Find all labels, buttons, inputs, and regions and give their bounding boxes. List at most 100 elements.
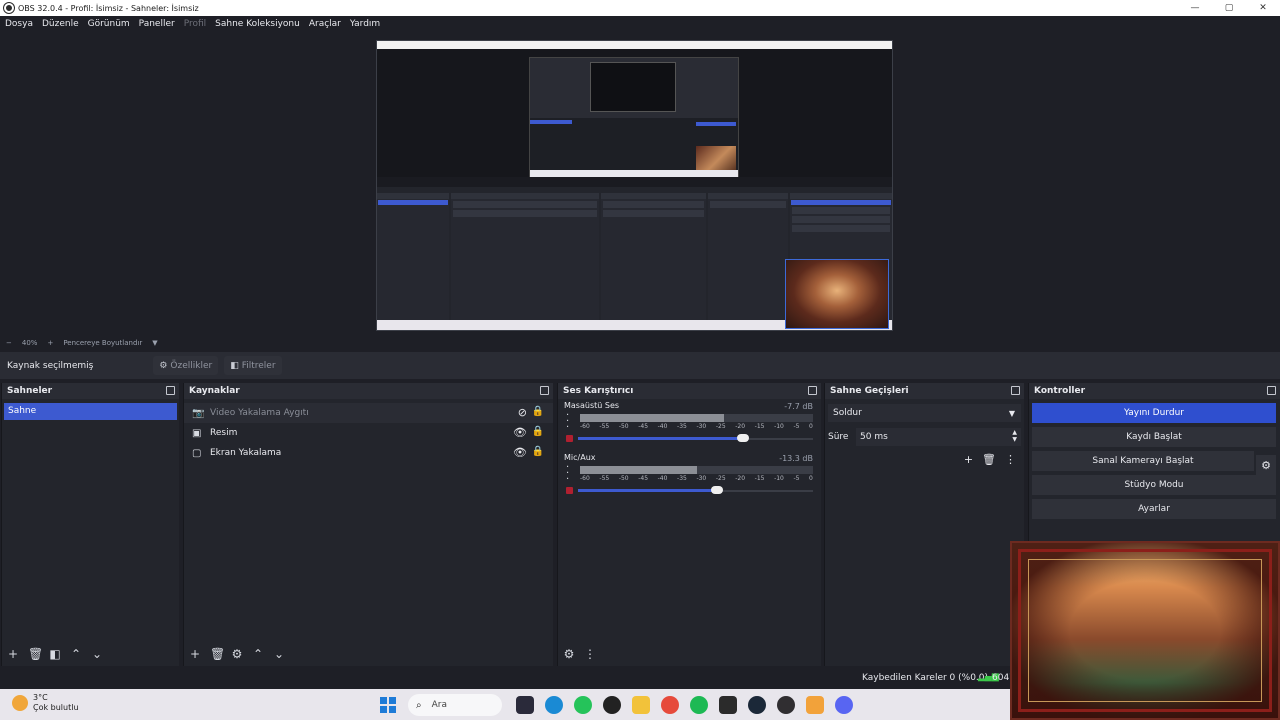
move-down-icon[interactable]: ⌄ bbox=[91, 647, 103, 661]
menu-profile[interactable]: Profil bbox=[184, 19, 206, 29]
spotify-icon[interactable] bbox=[690, 696, 708, 714]
preview-nested-menubar bbox=[377, 41, 892, 49]
menu-tools[interactable]: Araçlar bbox=[309, 19, 341, 29]
edge-icon[interactable] bbox=[545, 696, 563, 714]
preview-nested-scenes bbox=[377, 193, 449, 323]
preview-canvas[interactable] bbox=[376, 40, 893, 331]
scenes-footer: + 🗑 ◧ ⌃ ⌄ bbox=[2, 642, 179, 666]
mute-icon[interactable] bbox=[566, 435, 573, 442]
source-toolbar: Kaynak seçilmemiş ⚙ Özellikler ◧ Filtrel… bbox=[0, 352, 1280, 379]
meter-tick-label: -15 bbox=[754, 423, 765, 430]
remove-scene-icon[interactable]: 🗑 bbox=[28, 647, 43, 661]
discord-icon[interactable] bbox=[835, 696, 853, 714]
mixer-menu-icon[interactable]: ⋮ bbox=[584, 647, 596, 661]
filters-button[interactable]: ◧ Filtreler bbox=[224, 356, 282, 375]
epic-games-icon[interactable] bbox=[719, 696, 737, 714]
menu-help[interactable]: Yardım bbox=[350, 19, 380, 29]
search-placeholder: Ara bbox=[431, 700, 447, 710]
zoom-dropdown-icon[interactable]: ▼ bbox=[152, 339, 157, 347]
undock-icon[interactable] bbox=[540, 386, 549, 395]
advanced-audio-icon[interactable]: ⚙ bbox=[563, 647, 575, 661]
remove-source-icon[interactable]: 🗑 bbox=[210, 647, 225, 661]
source-item-display-capture[interactable]: ▢ Ekran Yakalama 👁 🔒 bbox=[184, 443, 553, 463]
properties-button[interactable]: ⚙ Özellikler bbox=[153, 356, 219, 375]
volume-slider[interactable] bbox=[578, 486, 813, 494]
menu-file[interactable]: Dosya bbox=[5, 19, 33, 29]
channel-db: -7.7 dB bbox=[784, 402, 813, 411]
virtual-camera-gear-icon[interactable]: ⚙ bbox=[1256, 455, 1276, 475]
lock-icon[interactable]: 🔒 bbox=[532, 426, 544, 437]
volume-slider[interactable] bbox=[578, 434, 813, 442]
obs-taskbar-icon[interactable] bbox=[777, 696, 795, 714]
maximize-button[interactable]: ▢ bbox=[1212, 0, 1246, 16]
duration-spinbox[interactable]: 50 ms ▲ ▼ bbox=[856, 428, 1021, 446]
slider-knob[interactable] bbox=[710, 486, 723, 494]
add-source-icon[interactable]: + bbox=[189, 647, 201, 661]
sources-dock-header: Kaynaklar bbox=[184, 383, 553, 399]
scene-filters-icon[interactable]: ◧ bbox=[49, 647, 61, 661]
start-virtual-camera-button[interactable]: Sanal Kamerayı Başlat bbox=[1032, 451, 1254, 471]
zoom-out-button[interactable]: − bbox=[6, 339, 12, 347]
transition-menu-icon[interactable]: ⋮ bbox=[1005, 453, 1016, 466]
remove-transition-icon[interactable]: 🗑 bbox=[982, 453, 996, 466]
menu-view[interactable]: Görünüm bbox=[88, 19, 130, 29]
source-properties-icon[interactable]: ⚙ bbox=[231, 647, 243, 661]
controls-dock-header: Kontroller bbox=[1029, 383, 1280, 399]
settings-button[interactable]: Ayarlar bbox=[1032, 499, 1276, 519]
channel-menu-icon[interactable]: · · · bbox=[566, 463, 569, 485]
slider-knob[interactable] bbox=[736, 434, 749, 442]
visibility-hidden-icon[interactable]: ⊘ bbox=[518, 406, 527, 419]
taskbar-search[interactable]: ⌕ Ara bbox=[408, 694, 502, 716]
app-icon[interactable] bbox=[806, 696, 824, 714]
channel-menu-icon[interactable]: · · · bbox=[566, 411, 569, 433]
chrome-icon[interactable] bbox=[661, 696, 679, 714]
source-item-image[interactable]: ▣ Resim 👁 🔒 bbox=[184, 423, 553, 443]
lock-icon[interactable]: 🔒 bbox=[532, 446, 544, 457]
undock-icon[interactable] bbox=[166, 386, 175, 395]
scene-item[interactable]: Sahne bbox=[4, 403, 177, 420]
window-controls: — ▢ ✕ bbox=[1178, 0, 1280, 16]
fit-to-window-label[interactable]: Pencereye Boyutlandır bbox=[63, 339, 142, 347]
move-down-icon[interactable]: ⌄ bbox=[273, 647, 285, 661]
controls-title: Kontroller bbox=[1034, 386, 1086, 396]
spin-arrows-icon[interactable]: ▲ ▼ bbox=[1012, 429, 1017, 443]
undock-icon[interactable] bbox=[1267, 386, 1276, 395]
file-explorer-icon[interactable] bbox=[632, 696, 650, 714]
minimize-button[interactable]: — bbox=[1178, 0, 1212, 16]
close-button[interactable]: ✕ bbox=[1246, 0, 1280, 16]
whatsapp-icon[interactable] bbox=[574, 696, 592, 714]
move-up-icon[interactable]: ⌃ bbox=[252, 647, 264, 661]
duration-label: Süre bbox=[828, 432, 849, 442]
start-recording-button[interactable]: Kaydı Başlat bbox=[1032, 427, 1276, 447]
zoom-in-button[interactable]: + bbox=[47, 339, 53, 347]
steam-icon[interactable] bbox=[748, 696, 766, 714]
studio-mode-button[interactable]: Stüdyo Modu bbox=[1032, 475, 1276, 495]
zoom-level: 40% bbox=[21, 339, 38, 347]
eye-icon[interactable]: 👁 bbox=[513, 446, 527, 459]
menu-docks[interactable]: Paneller bbox=[139, 19, 175, 29]
undock-icon[interactable] bbox=[1011, 386, 1020, 395]
menu-scene-collection[interactable]: Sahne Koleksiyonu bbox=[215, 19, 300, 29]
add-transition-icon[interactable]: + bbox=[964, 453, 973, 466]
eye-icon[interactable]: 👁 bbox=[513, 426, 527, 439]
windows-start-icon[interactable] bbox=[380, 697, 396, 713]
properties-label: Özellikler bbox=[170, 360, 213, 371]
task-view-icon[interactable] bbox=[516, 696, 534, 714]
preview-nested-scene-highlight bbox=[530, 120, 572, 124]
transition-select[interactable]: Soldur ▼ bbox=[828, 404, 1021, 422]
move-up-icon[interactable]: ⌃ bbox=[70, 647, 82, 661]
meter-level bbox=[580, 414, 725, 422]
window-titlebar: OBS 32.0.4 - Profil: İsimsiz - Sahneler:… bbox=[0, 0, 1280, 16]
preview-nested-screen bbox=[590, 62, 676, 112]
meter-tick-label: -20 bbox=[735, 423, 746, 430]
meter-tick-label: -5 bbox=[793, 423, 800, 430]
weather-widget[interactable]: 3°C Çok bulutlu bbox=[12, 693, 79, 713]
add-scene-icon[interactable]: + bbox=[7, 647, 19, 661]
menu-edit[interactable]: Düzenle bbox=[42, 19, 79, 29]
chatgpt-icon[interactable] bbox=[603, 696, 621, 714]
lock-icon[interactable]: 🔒 bbox=[532, 406, 544, 417]
mute-icon[interactable] bbox=[566, 487, 573, 494]
undock-icon[interactable] bbox=[808, 386, 817, 395]
source-item-video-capture[interactable]: 📷 Video Yakalama Aygıtı ⊘ 🔒 bbox=[184, 403, 553, 423]
stop-streaming-button[interactable]: Yayını Durdur bbox=[1032, 403, 1276, 423]
